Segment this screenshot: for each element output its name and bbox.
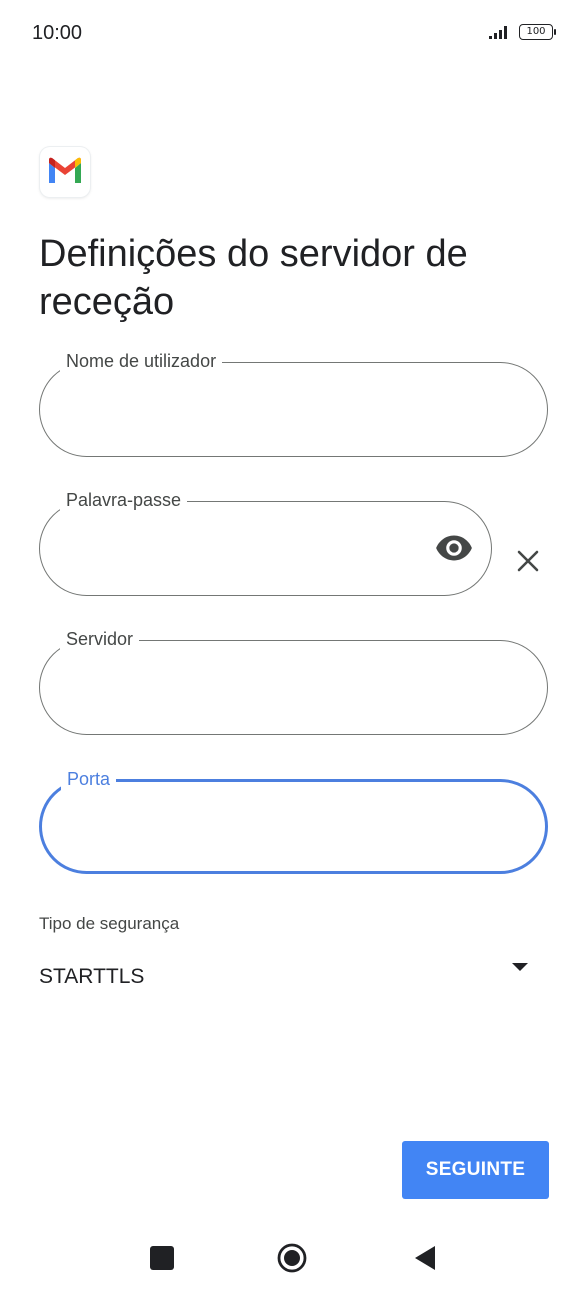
next-button[interactable]: SEGUINTE: [402, 1141, 549, 1199]
port-label: Porta: [61, 768, 117, 790]
status-bar: 10:00 100: [0, 0, 587, 70]
status-icons: 100: [489, 24, 556, 40]
gmail-logo-icon: [40, 147, 90, 197]
triangle-down-icon[interactable]: [512, 963, 528, 971]
username-label: Nome de utilizador: [60, 350, 223, 372]
security-type-label: Tipo de segurança: [39, 914, 180, 933]
square-icon[interactable]: [150, 1246, 174, 1270]
server-input[interactable]: [70, 669, 517, 707]
eye-icon[interactable]: [435, 534, 473, 562]
port-input[interactable]: [72, 810, 515, 848]
username-input[interactable]: [70, 391, 517, 429]
server-label: Servidor: [60, 628, 140, 650]
password-label: Palavra-passe: [60, 489, 188, 511]
page-title: Definições do servidor de receção: [39, 233, 468, 323]
port-field[interactable]: Porta: [39, 768, 548, 874]
signal-icon: [489, 26, 507, 39]
navigation-bar: [0, 1230, 587, 1306]
close-icon[interactable]: [512, 545, 544, 577]
circle-icon[interactable]: [277, 1243, 307, 1273]
password-input[interactable]: [70, 530, 421, 568]
triangle-left-icon[interactable]: [414, 1245, 436, 1271]
status-time: 10:00: [32, 22, 83, 44]
battery-icon: 100: [519, 24, 556, 40]
security-type-value[interactable]: STARTTLS: [39, 965, 144, 989]
username-field[interactable]: Nome de utilizador: [39, 350, 548, 457]
password-field[interactable]: Palavra-passe: [39, 489, 492, 596]
server-field[interactable]: Servidor: [39, 628, 548, 735]
